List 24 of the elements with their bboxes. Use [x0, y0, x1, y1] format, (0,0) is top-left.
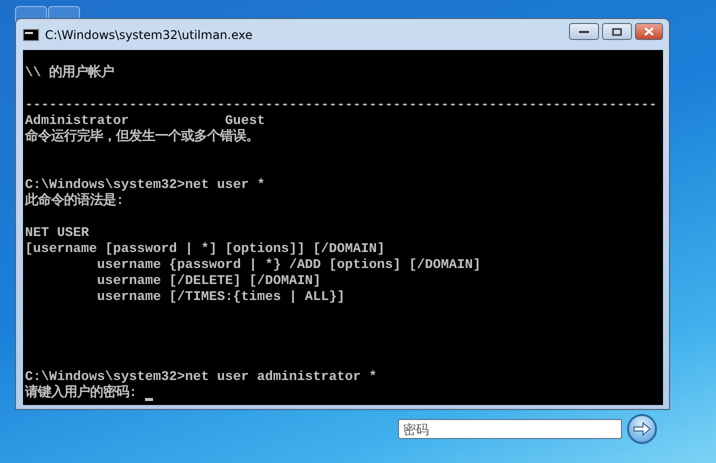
console-line: 请键入用户的密码:	[25, 386, 138, 402]
console-line: NET USER	[25, 226, 89, 242]
maximize-icon	[612, 28, 622, 36]
maximize-button[interactable]	[602, 23, 632, 40]
window-title: C:\Windows\system32\utilman.exe	[45, 28, 254, 42]
console-line: [username [password | *] [options]] [/DOMAIN]	[25, 242, 385, 258]
arrow-right-icon	[633, 422, 651, 436]
console-line: username {password | *} /ADD [options] [/DOMAIN]	[96, 258, 481, 274]
console-line: 命令运行完毕，但发生一个或多个错误。	[25, 130, 259, 146]
submit-arrow-button[interactable]	[627, 414, 657, 444]
console-line: 此命令的语法是:	[25, 194, 124, 210]
console-line: Administrator Guest	[25, 114, 265, 129]
close-button[interactable]	[635, 23, 663, 40]
console-line: username [/TIMES:{times | ALL}]	[96, 290, 345, 306]
close-icon	[644, 27, 654, 36]
password-field[interactable]: 密码	[398, 419, 622, 439]
console-line: \\ 的用户帐户	[25, 66, 114, 82]
console-line: C:\Windows\system32>net user *	[25, 178, 265, 193]
console-line: C:\Windows\system32>net user administrator *	[25, 370, 377, 385]
minimize-button[interactable]	[569, 23, 599, 40]
console-icon	[23, 28, 39, 40]
console-line: -------------------------------------------------------------------------------	[25, 98, 657, 114]
minimize-icon	[579, 30, 589, 34]
console-line: username [/DELETE] [/DOMAIN]	[96, 274, 321, 290]
